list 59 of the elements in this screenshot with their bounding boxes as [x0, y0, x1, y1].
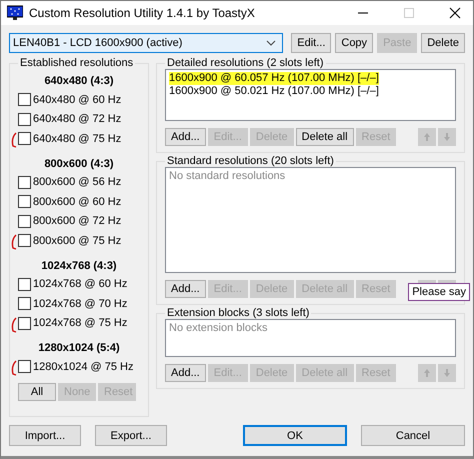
- list-entry[interactable]: 1600x900 @ 60.057 Hz (107.00 MHz) [–/–]: [169, 72, 379, 85]
- list-entry[interactable]: 1600x900 @ 50.021 Hz (107.00 MHz) [–/–]: [169, 85, 452, 98]
- toolbar-button[interactable]: Edit...: [291, 33, 332, 53]
- group-button[interactable]: All: [18, 382, 56, 400]
- monitor-icon: [7, 5, 23, 21]
- tooltip: Please say: [408, 283, 470, 301]
- checkbox-label: 800x600 @ 60 Hz: [33, 196, 122, 208]
- checkbox[interactable]: [18, 360, 31, 374]
- close-icon[interactable]: [449, 7, 461, 19]
- checkbox[interactable]: [18, 316, 31, 330]
- checkbox[interactable]: [18, 132, 31, 146]
- group-heading: 800x600 (4:3): [43, 156, 115, 172]
- list-button[interactable]: Add...: [165, 280, 206, 298]
- group-title: Standard resolutions (20 slots left): [166, 155, 335, 167]
- checkbox[interactable]: [18, 93, 31, 106]
- group-heading: 1280x1024 (5:4): [37, 341, 121, 356]
- group-title: Extension blocks (3 slots left): [166, 307, 310, 319]
- checkbox[interactable]: [18, 278, 31, 291]
- checkbox[interactable]: [18, 195, 31, 208]
- toolbar-button[interactable]: Copy: [335, 33, 374, 53]
- down-arrow-icon: [443, 368, 451, 378]
- toolbar-button[interactable]: Delete: [421, 33, 465, 53]
- checkbox-label: 800x600 @ 75 Hz: [33, 234, 122, 247]
- empty-text: No standard resolutions: [169, 170, 286, 182]
- empty-text: No extension blocks: [169, 322, 268, 334]
- list-box[interactable]: No standard resolutions: [165, 167, 456, 273]
- checkbox-label: 640x480 @ 72 Hz: [33, 113, 122, 126]
- checkbox-label: 640x480 @ 60 Hz: [33, 94, 122, 106]
- list-button[interactable]: Delete all: [296, 128, 354, 146]
- checkbox-label: 800x600 @ 72 Hz: [33, 215, 122, 228]
- checkbox-label: 1024x768 @ 70 Hz: [33, 298, 128, 310]
- up-arrow-icon: [423, 132, 431, 142]
- checkbox-label: 640x480 @ 75 Hz: [33, 132, 122, 145]
- checkbox[interactable]: [18, 112, 31, 126]
- list-button[interactable]: Add...: [165, 364, 206, 382]
- checkbox[interactable]: [18, 297, 31, 310]
- checkbox-label: 1024x768 @ 75 Hz: [33, 317, 128, 330]
- chevron-down-icon: [266, 40, 276, 46]
- checkbox-label: 1280x1024 @ 75 Hz: [33, 360, 134, 373]
- list-box[interactable]: 1600x900 @ 60.057 Hz (107.00 MHz) [–/–] 1600x900 @ 50.021 Hz (107.00 MHz) [–/–]: [165, 69, 456, 121]
- group-title: Established resolutions: [19, 57, 134, 69]
- dialog-button[interactable]: OK: [243, 425, 347, 446]
- checkbox-label: 1024x768 @ 60 Hz: [33, 278, 128, 290]
- list-box[interactable]: No extension blocks: [165, 319, 456, 357]
- dialog-button[interactable]: Cancel: [361, 425, 465, 446]
- down-arrow-icon: [443, 132, 451, 142]
- checkbox-label: 800x600 @ 56 Hz: [33, 176, 122, 188]
- up-arrow-icon: [423, 368, 431, 378]
- checkbox[interactable]: [18, 214, 31, 228]
- dialog-button[interactable]: Import...: [9, 425, 81, 446]
- dialog-button[interactable]: Export...: [95, 425, 167, 446]
- group-heading: 1024x768 (4:3): [40, 258, 118, 274]
- checkbox[interactable]: [18, 176, 31, 189]
- list-button[interactable]: Add...: [165, 128, 206, 146]
- group-title: Detailed resolutions (2 slots left): [166, 57, 325, 69]
- device-dropdown[interactable]: LEN40B1 - LCD 1600x900 (active): [9, 33, 284, 53]
- checkbox[interactable]: [18, 234, 31, 248]
- group-heading: 640x480 (4:3): [43, 74, 115, 89]
- window-title: Custom Resolution Utility 1.4.1 by ToastyX: [29, 6, 255, 20]
